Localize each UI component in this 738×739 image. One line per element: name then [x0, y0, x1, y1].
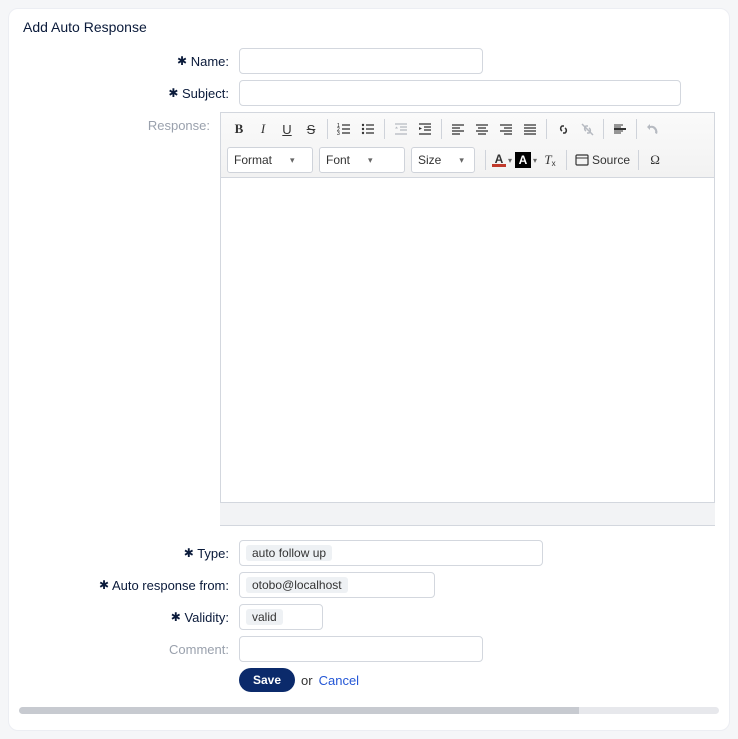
- font-dropdown[interactable]: Font▾: [319, 147, 405, 173]
- special-char-button[interactable]: Ω: [643, 148, 667, 172]
- size-dropdown[interactable]: Size▾: [411, 147, 475, 173]
- label-from: ✱ Auto response from:: [23, 572, 239, 594]
- label-subject: ✱ Subject:: [23, 80, 239, 102]
- separator: [638, 150, 639, 170]
- row-name: ✱ Name:: [9, 45, 729, 77]
- subject-input[interactable]: [239, 80, 681, 106]
- text-color-button[interactable]: A▾: [490, 148, 514, 172]
- outdent-button[interactable]: [389, 117, 413, 141]
- bold-button[interactable]: B: [227, 117, 251, 141]
- separator: [384, 119, 385, 139]
- row-type: ✱ Type: auto follow up: [9, 537, 729, 569]
- type-select[interactable]: auto follow up: [239, 540, 543, 566]
- form-actions: Save or Cancel: [239, 668, 359, 692]
- label-validity: ✱ Validity:: [23, 604, 239, 626]
- separator: [327, 119, 328, 139]
- panel-title: Add Auto Response: [9, 19, 729, 45]
- strike-button[interactable]: S: [299, 117, 323, 141]
- horizontal-scrollbar[interactable]: [19, 707, 719, 714]
- horizontal-rule-button[interactable]: [608, 117, 632, 141]
- link-button[interactable]: [551, 117, 575, 141]
- save-button[interactable]: Save: [239, 668, 295, 692]
- add-auto-response-panel: Add Auto Response ✱ Name: ✱ Subject: Res…: [8, 8, 730, 731]
- separator: [566, 150, 567, 170]
- svg-text:3: 3: [337, 131, 340, 136]
- ordered-list-button[interactable]: 123: [332, 117, 356, 141]
- separator: [441, 119, 442, 139]
- unordered-list-button[interactable]: [356, 117, 380, 141]
- separator: [636, 119, 637, 139]
- label-comment: Comment:: [23, 636, 239, 657]
- source-button[interactable]: Source: [571, 148, 634, 172]
- from-value: otobo@localhost: [246, 577, 348, 593]
- comment-input[interactable]: [239, 636, 483, 662]
- from-select[interactable]: otobo@localhost: [239, 572, 435, 598]
- remove-format-button[interactable]: Tx: [538, 148, 562, 172]
- label-name: ✱ Name:: [23, 48, 239, 70]
- editor-toolbar: B I U S 123: [221, 113, 714, 178]
- align-right-button[interactable]: [494, 117, 518, 141]
- type-value: auto follow up: [246, 545, 332, 561]
- or-text: or: [301, 673, 313, 688]
- cancel-link[interactable]: Cancel: [319, 673, 359, 688]
- row-from: ✱ Auto response from: otobo@localhost: [9, 569, 729, 601]
- row-validity: ✱ Validity: valid: [9, 601, 729, 633]
- underline-button[interactable]: U: [275, 117, 299, 141]
- bg-color-button[interactable]: A▾: [514, 148, 538, 172]
- format-dropdown[interactable]: Format▾: [227, 147, 313, 173]
- unlink-button[interactable]: [575, 117, 599, 141]
- editor-status-bar: [220, 502, 715, 526]
- row-response: Response: B I U S 123: [9, 109, 729, 529]
- indent-button[interactable]: [413, 117, 437, 141]
- editor-container: B I U S 123: [220, 112, 715, 526]
- separator: [485, 150, 486, 170]
- row-actions: Save or Cancel: [9, 665, 729, 695]
- validity-value: valid: [246, 609, 283, 625]
- align-left-button[interactable]: [446, 117, 470, 141]
- name-input[interactable]: [239, 48, 483, 74]
- align-justify-button[interactable]: [518, 117, 542, 141]
- rich-text-editor: B I U S 123: [220, 112, 715, 502]
- label-response: Response:: [23, 112, 220, 133]
- label-type: ✱ Type:: [23, 540, 239, 562]
- separator: [546, 119, 547, 139]
- separator: [603, 119, 604, 139]
- italic-button[interactable]: I: [251, 117, 275, 141]
- validity-select[interactable]: valid: [239, 604, 323, 630]
- align-center-button[interactable]: [470, 117, 494, 141]
- row-comment: Comment:: [9, 633, 729, 665]
- row-subject: ✱ Subject:: [9, 77, 729, 109]
- undo-button[interactable]: [641, 117, 665, 141]
- editor-body[interactable]: [221, 178, 714, 502]
